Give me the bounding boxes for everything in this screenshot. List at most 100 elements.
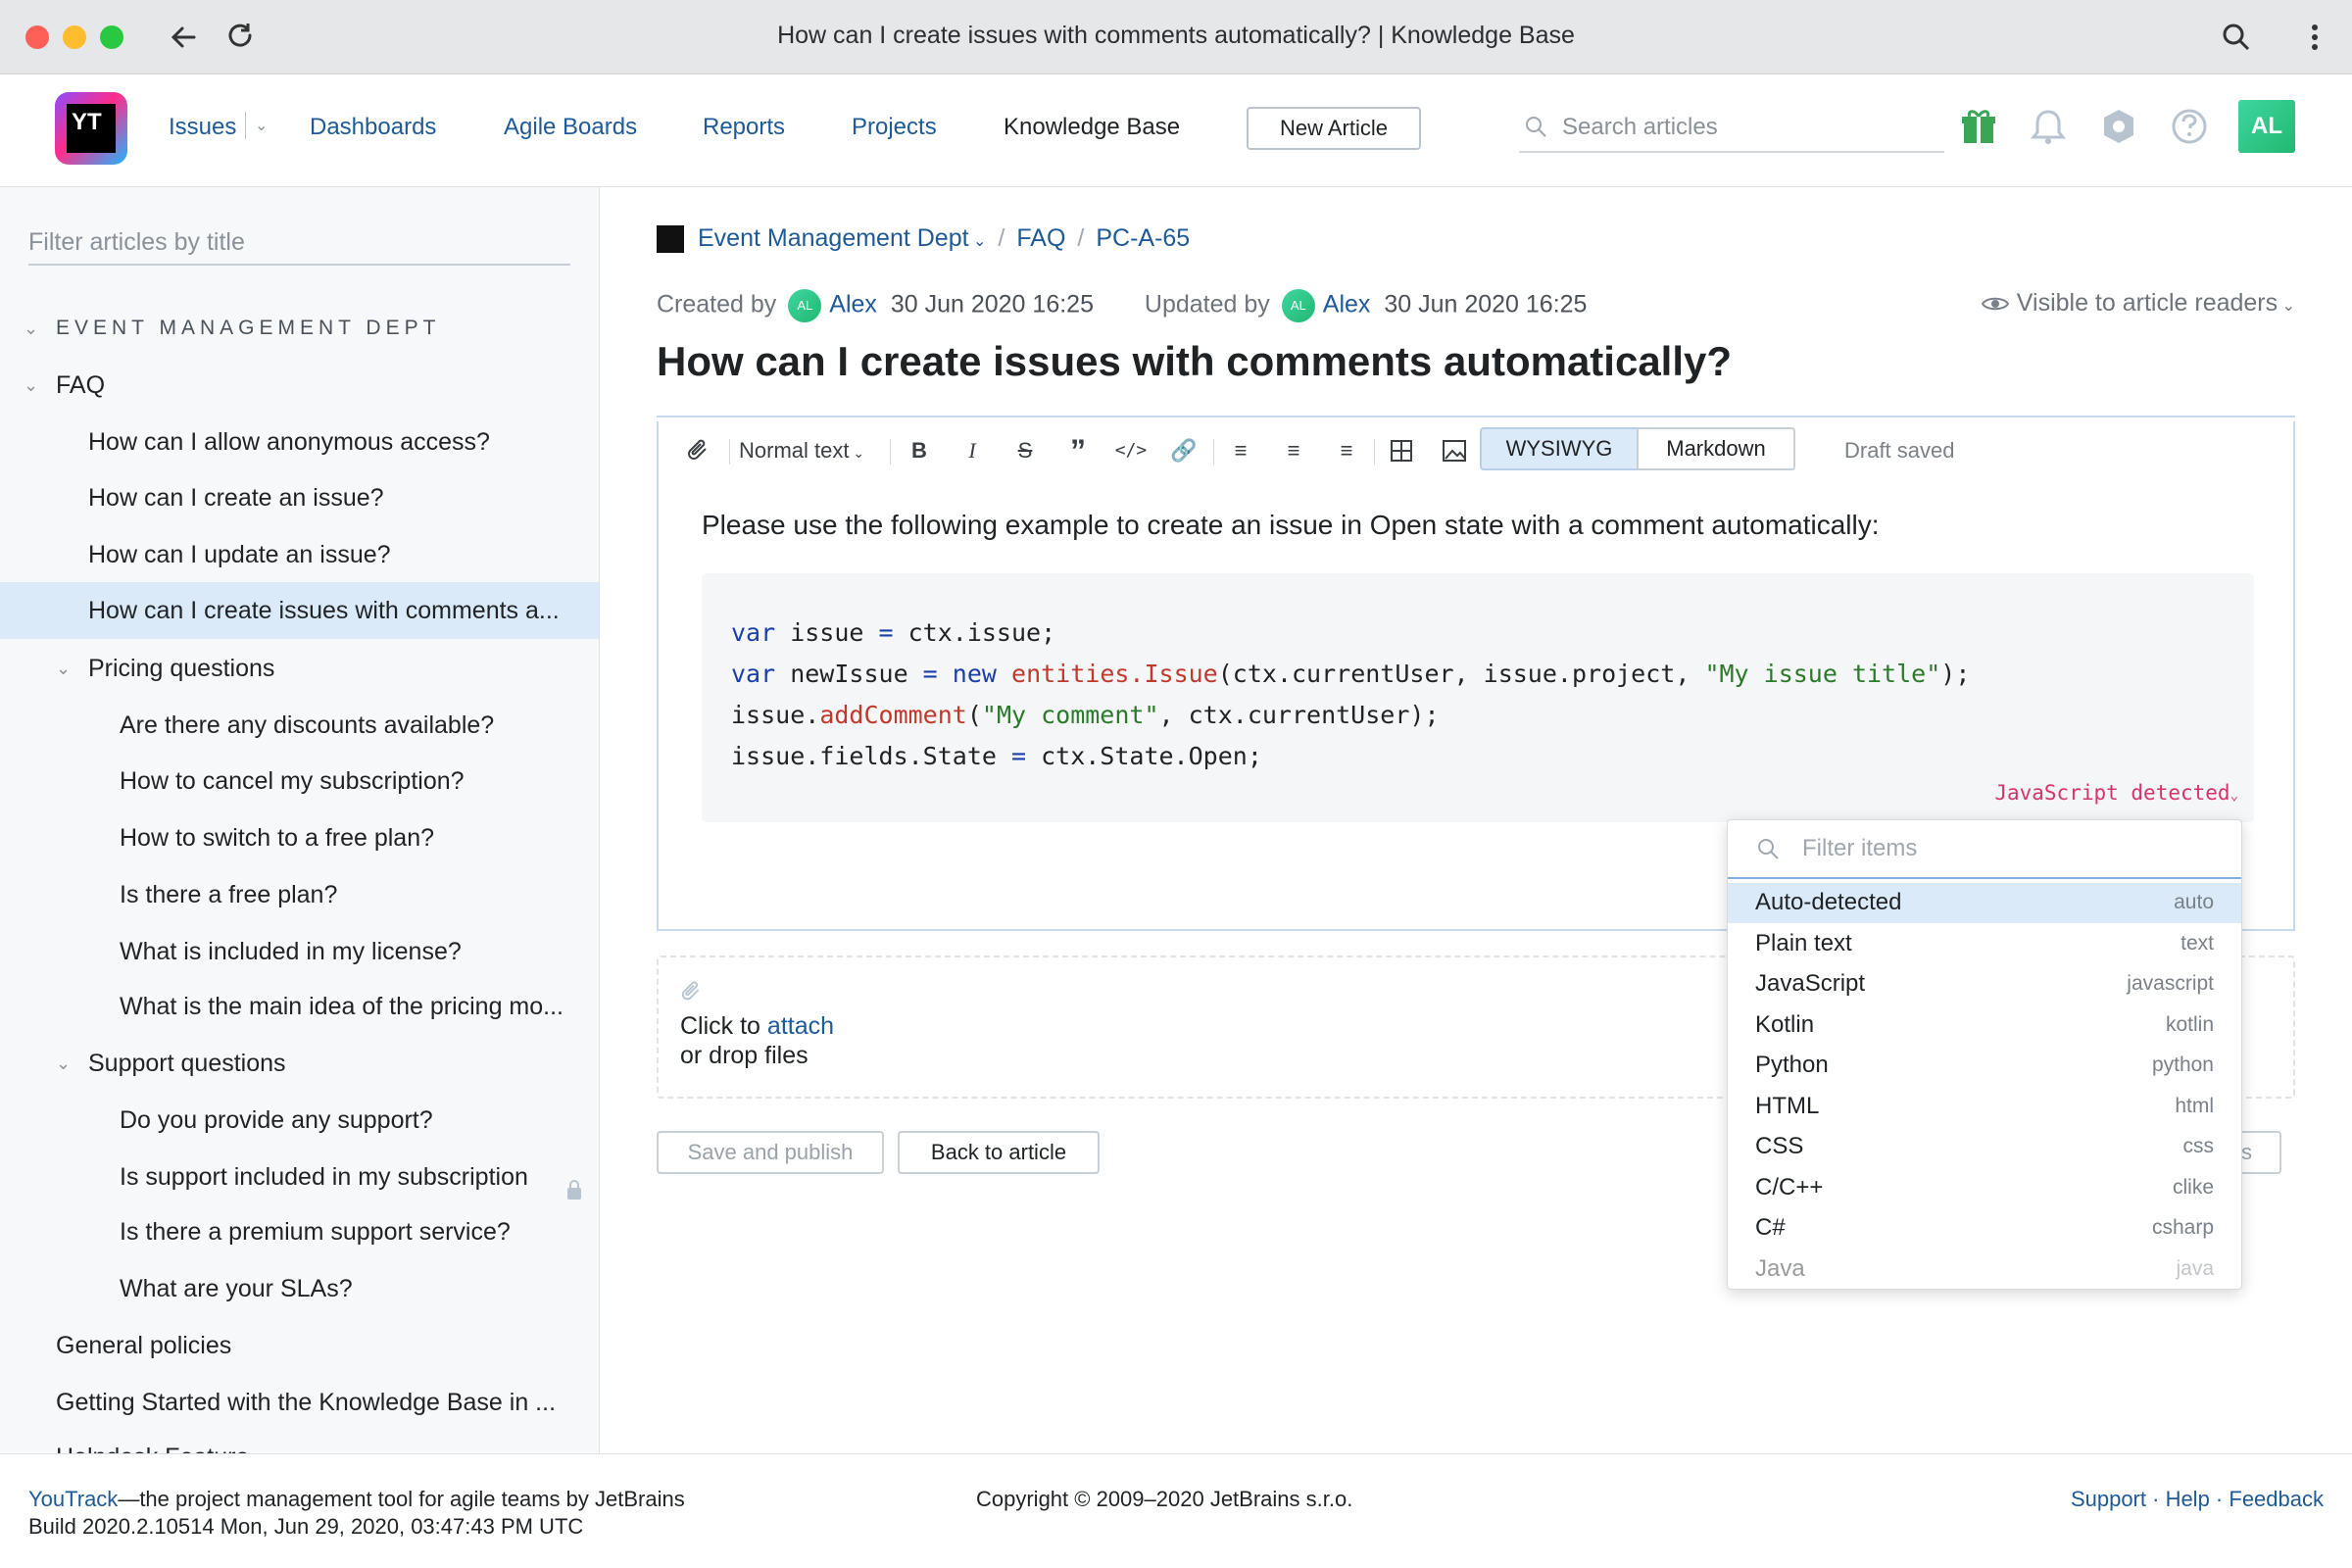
dropdown-option-value: css	[2182, 1135, 2215, 1157]
nav-knowledge-base[interactable]: Knowledge Base	[1004, 114, 1180, 141]
dropdown-option[interactable]: HTML html	[1728, 1087, 2241, 1127]
article-meta: Created by AL Alex 30 Jun 2020 16:25 Updat…	[657, 289, 1587, 322]
article-title-input[interactable]: How can I create issues with comments au…	[657, 338, 1732, 385]
sidebar-item-selected[interactable]: How can I create issues with comments a.…	[0, 582, 599, 639]
nav-issues[interactable]: Issues	[169, 114, 236, 141]
checklist-icon[interactable]: ≡	[1327, 431, 1366, 470]
sidebar-item[interactable]: Are there any discounts available?	[0, 698, 599, 753]
nav-projects[interactable]: Projects	[852, 114, 937, 141]
text-style-select[interactable]: Normal text ⌄	[739, 431, 886, 470]
numbered-list-icon[interactable]: ≡	[1274, 431, 1313, 470]
youtrack-link[interactable]: YouTrack	[28, 1487, 118, 1511]
sidebar-item[interactable]: How can I allow anonymous access?	[0, 415, 599, 469]
quote-icon[interactable]: ”	[1058, 431, 1098, 470]
chevron-down-icon: ⌄	[24, 1430, 43, 1453]
markdown-mode-button[interactable]: Markdown	[1637, 427, 1795, 470]
attach-link[interactable]: attach	[767, 1012, 834, 1040]
dropdown-option[interactable]: JavaScript javascript	[1728, 964, 2241, 1004]
dropdown-option-value: javascript	[2127, 972, 2214, 995]
italic-icon[interactable]: I	[953, 431, 992, 470]
sidebar-item[interactable]: Is there a premium support service?	[0, 1204, 599, 1259]
sidebar-item[interactable]: Is there a free plan?	[0, 867, 599, 922]
sidebar-item[interactable]: How can I create an issue?	[0, 470, 599, 525]
editor-paragraph[interactable]: Please use the following example to crea…	[702, 510, 1880, 541]
bold-icon[interactable]: B	[900, 431, 939, 470]
sidebar-item[interactable]: Is support included in my subscription	[0, 1150, 599, 1204]
sidebar-folder-helpdesk[interactable]: ⌄ Helpdesk Feature	[0, 1430, 599, 1453]
dropdown-option[interactable]: Plain text text	[1728, 924, 2241, 964]
sidebar-item[interactable]: How to cancel my subscription?	[0, 754, 599, 808]
back-to-article-button[interactable]: Back to article	[898, 1131, 1100, 1174]
sidebar-item[interactable]: What is the main idea of the pricing mo.…	[0, 979, 599, 1034]
dropdown-option[interactable]: Java java	[1728, 1250, 2241, 1290]
breadcrumb-project[interactable]: Event Management Dept	[698, 224, 969, 252]
filter-items-input[interactable]: Filter items	[1728, 820, 2241, 879]
dropdown-option-label: Kotlin	[1755, 1010, 1815, 1038]
dropdown-option[interactable]: Kotlin kotlin	[1728, 1005, 2241, 1046]
dropdown-option[interactable]: Auto-detected auto	[1728, 883, 2241, 923]
created-date: 30 Jun 2020 16:25	[890, 290, 1094, 318]
chevron-down-icon[interactable]: ⌄	[255, 116, 268, 135]
nav-agile-boards[interactable]: Agile Boards	[504, 114, 637, 141]
bulleted-list-icon[interactable]: ≡	[1221, 431, 1260, 470]
sidebar-item[interactable]: How can I update an issue?	[0, 527, 599, 582]
filter-articles-input[interactable]: Filter articles by title	[28, 222, 570, 266]
table-icon[interactable]	[1382, 431, 1421, 470]
wysiwyg-mode-button[interactable]: WYSIWYG	[1480, 427, 1639, 470]
help-link[interactable]: Help	[2166, 1487, 2210, 1511]
support-link[interactable]: Support	[2071, 1487, 2146, 1511]
search-input[interactable]: Search articles	[1519, 102, 1944, 153]
dropdown-option[interactable]: Python python	[1728, 1046, 2241, 1086]
save-and-publish-button[interactable]: Save and publish	[657, 1131, 884, 1174]
notifications-bell-icon[interactable]	[2026, 104, 2071, 149]
strikethrough-icon[interactable]: S	[1005, 431, 1045, 470]
new-article-button[interactable]: New Article	[1247, 107, 1421, 150]
code-block[interactable]: var issue = ctx.issue; var newIssue = ne…	[702, 573, 2254, 822]
link-icon[interactable]: 🔗	[1164, 431, 1203, 470]
code-icon[interactable]: </>	[1111, 431, 1151, 470]
sidebar-item[interactable]: Getting Started with the Knowledge Base …	[0, 1375, 599, 1430]
sidebar-item[interactable]: Do you provide any support?	[0, 1093, 599, 1148]
chevron-down-icon[interactable]: ⌄	[969, 233, 986, 250]
build-info: Build 2020.2.10514 Mon, Jun 29, 2020, 03…	[28, 1514, 584, 1539]
dropdown-option[interactable]: C/C++ clike	[1728, 1168, 2241, 1208]
user-avatar[interactable]: AL	[2238, 100, 2295, 153]
chevron-down-icon: ⌄	[2278, 298, 2295, 315]
title-divider	[657, 416, 2295, 417]
window-title: How can I create issues with comments au…	[777, 22, 1575, 49]
zoom-search-icon[interactable]	[2217, 18, 2256, 57]
language-selector[interactable]: JavaScript detected⌄	[1994, 781, 2238, 805]
sidebar-item[interactable]: General policies	[0, 1318, 599, 1373]
sidebar-item[interactable]: What are your SLAs?	[0, 1261, 599, 1316]
dropdown-option[interactable]: CSS css	[1728, 1127, 2241, 1167]
visibility-selector[interactable]: Visible to article readers ⌄	[1981, 289, 2295, 318]
breadcrumb-folder[interactable]: FAQ	[1016, 224, 1065, 252]
image-icon[interactable]	[1435, 431, 1474, 470]
gift-icon[interactable]	[1956, 104, 2001, 149]
more-vertical-icon[interactable]	[2295, 18, 2334, 57]
sidebar-item[interactable]: How to switch to a free plan?	[0, 810, 599, 865]
sidebar-item-faq[interactable]: ⌄ FAQ	[0, 358, 599, 413]
nav-reports[interactable]: Reports	[703, 114, 785, 141]
sidebar-folder-pricing[interactable]: ⌄ Pricing questions	[0, 641, 599, 696]
dropdown-option[interactable]: C# csharp	[1728, 1208, 2241, 1249]
sidebar-section-project[interactable]: ⌄ EVENT MANAGEMENT DEPT	[0, 301, 599, 356]
chevron-down-icon: ⌄	[56, 1054, 72, 1073]
chevron-down-icon: ⌄	[24, 375, 39, 395]
feedback-link[interactable]: Feedback	[2229, 1487, 2324, 1511]
editor-toolbar: Normal text ⌄ B I S ” </> 🔗 ≡ ≡ ≡ WYSIWY…	[659, 421, 2293, 480]
sidebar-folder-support[interactable]: ⌄ Support questions	[0, 1036, 599, 1091]
sidebar-item[interactable]: What is included in my license?	[0, 924, 599, 979]
code-line: var issue = ctx.issue;	[731, 618, 1056, 647]
dropdown-option-label: C/C++	[1755, 1173, 1824, 1200]
attachment-icon[interactable]	[680, 431, 719, 470]
settings-gear-icon[interactable]	[2096, 104, 2141, 149]
dropdown-option-value: kotlin	[2165, 1012, 2214, 1036]
updated-by-user[interactable]: Alex	[1323, 291, 1371, 318]
help-icon[interactable]	[2167, 104, 2212, 149]
youtrack-logo[interactable]: YT	[55, 92, 127, 165]
breadcrumb-article-id[interactable]: PC-A-65	[1096, 224, 1190, 252]
nav-dashboards[interactable]: Dashboards	[310, 114, 436, 141]
copyright: Copyright © 2009–2020 JetBrains s.r.o.	[976, 1487, 1353, 1511]
created-by-user[interactable]: Alex	[829, 291, 877, 318]
